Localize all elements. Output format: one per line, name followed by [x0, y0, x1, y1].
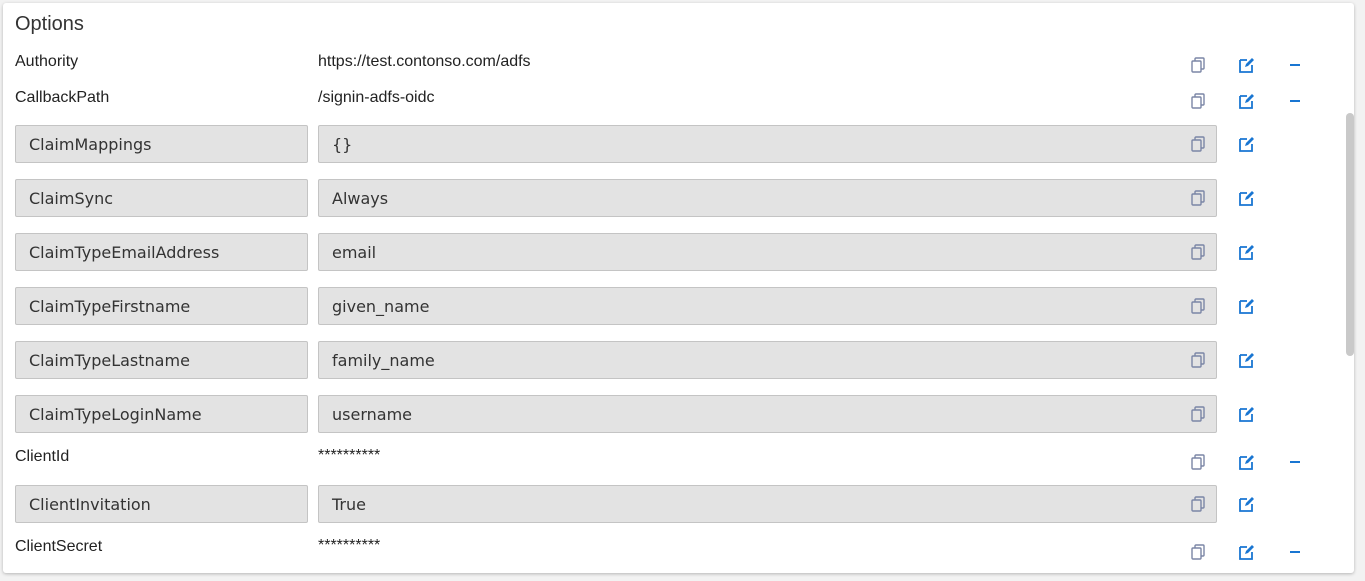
edit-icon[interactable] [1237, 296, 1257, 316]
option-row-claimsync: ClaimSync Always [3, 179, 1354, 219]
copy-icon[interactable] [1188, 542, 1208, 562]
option-value-field[interactable]: True [318, 485, 1217, 523]
minus-icon[interactable] [1285, 452, 1305, 472]
copy-icon[interactable] [1188, 296, 1208, 316]
copy-icon[interactable] [1188, 404, 1208, 424]
option-row-callbackpath: CallbackPath /signin-adfs-oidc [3, 87, 1354, 121]
edit-icon[interactable] [1237, 350, 1257, 370]
option-value: /signin-adfs-oidc [318, 89, 435, 106]
edit-icon[interactable] [1237, 542, 1257, 562]
option-name-field: ClaimTypeEmailAddress [15, 233, 308, 271]
option-name-field: ClaimTypeLoginName [15, 395, 308, 433]
edit-icon[interactable] [1237, 494, 1257, 514]
option-row-authority: Authority https://test.contonso.com/adfs [3, 51, 1354, 85]
copy-icon[interactable] [1188, 350, 1208, 370]
option-name-field: ClaimMappings [15, 125, 308, 163]
option-value: ********** [318, 447, 381, 464]
option-value-field[interactable]: given_name [318, 287, 1217, 325]
option-row-clientid: ClientId ********** [3, 447, 1354, 481]
option-row-clientsecret: ClientSecret ********** [3, 537, 1354, 571]
option-name: ClientSecret [15, 538, 103, 555]
option-name-field: ClaimTypeLastname [15, 341, 308, 379]
option-name: CallbackPath [15, 89, 110, 106]
edit-icon[interactable] [1237, 91, 1257, 111]
option-row-claimtypefirstname: ClaimTypeFirstname given_name [3, 287, 1354, 327]
copy-icon[interactable] [1188, 494, 1208, 514]
option-value-field[interactable]: email [318, 233, 1217, 271]
edit-icon[interactable] [1237, 55, 1257, 75]
option-value: ********** [318, 537, 381, 554]
copy-icon[interactable] [1188, 242, 1208, 262]
option-name-field: ClaimSync [15, 179, 308, 217]
copy-icon[interactable] [1188, 55, 1208, 75]
option-name-field: ClaimTypeFirstname [15, 287, 308, 325]
edit-icon[interactable] [1237, 188, 1257, 208]
copy-icon[interactable] [1188, 91, 1208, 111]
edit-icon[interactable] [1237, 452, 1257, 472]
option-value: https://test.contonso.com/adfs [318, 53, 531, 70]
panel-title: Options [15, 13, 84, 35]
edit-icon[interactable] [1237, 242, 1257, 262]
option-row-claimtypelastname: ClaimTypeLastname family_name [3, 341, 1354, 381]
option-name: ClientId [15, 448, 70, 465]
copy-icon[interactable] [1188, 452, 1208, 472]
minus-icon[interactable] [1285, 542, 1305, 562]
option-row-claimmappings: ClaimMappings {} [3, 125, 1354, 165]
minus-icon[interactable] [1285, 55, 1305, 75]
option-name: Authority [15, 53, 79, 70]
option-name-field: ClientInvitation [15, 485, 308, 523]
option-value-field[interactable]: Always [318, 179, 1217, 217]
copy-icon[interactable] [1188, 188, 1208, 208]
option-row-claimtypeemailaddress: ClaimTypeEmailAddress email [3, 233, 1354, 273]
edit-icon[interactable] [1237, 134, 1257, 154]
option-row-clientinvitation: ClientInvitation True [3, 485, 1354, 525]
option-value-field[interactable]: username [318, 395, 1217, 433]
option-value-field[interactable]: family_name [318, 341, 1217, 379]
edit-icon[interactable] [1237, 404, 1257, 424]
minus-icon[interactable] [1285, 91, 1305, 111]
vertical-scrollbar-thumb[interactable] [1346, 113, 1354, 356]
options-panel: Options Authority https://test.contonso.… [3, 3, 1354, 573]
option-row-claimtypeloginname: ClaimTypeLoginName username [3, 395, 1354, 435]
option-value-field[interactable]: {} [318, 125, 1217, 163]
copy-icon[interactable] [1188, 134, 1208, 154]
